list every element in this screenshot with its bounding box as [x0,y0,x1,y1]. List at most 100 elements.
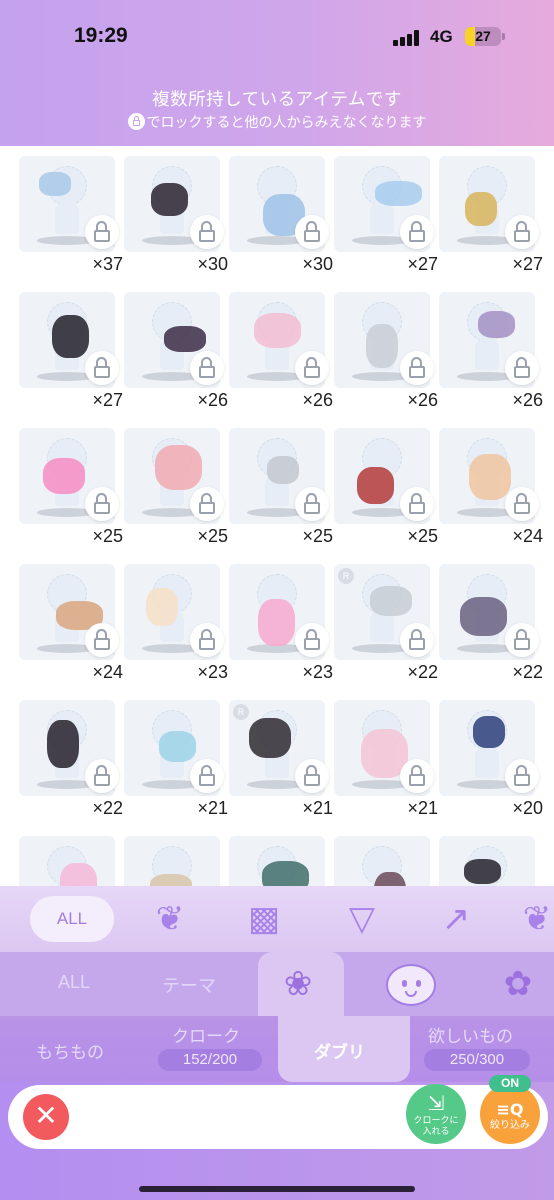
gift-boxes-icon [375,181,422,206]
item-cell[interactable]: ×26 [229,292,333,410]
item-cell[interactable]: ×27 [439,156,543,274]
sub-theme-button[interactable]: テーマ [162,972,216,998]
lock-icon[interactable] [295,759,329,793]
item-cell[interactable] [334,836,430,886]
item-cell[interactable] [19,836,115,886]
dress-icon[interactable]: ❦ [146,896,194,942]
tab-mochimono[interactable]: もちもの [36,1038,104,1063]
category-all-button[interactable]: ALL [30,896,114,942]
tab-bar: もちもの クローク 152/200 ダブリ 欲しいもの 250/300 [0,1016,554,1082]
dark-rose-wreath-icon [374,872,406,886]
item-count: ×25 [407,526,438,546]
navy-bow-shoes-icon [473,716,505,748]
lock-icon[interactable] [505,487,539,521]
item-cell[interactable]: ×21 [334,700,438,818]
item-cell[interactable]: ×25 [19,428,123,546]
lock-icon[interactable] [295,623,329,657]
item-cell[interactable]: ×24 [439,428,543,546]
item-cell[interactable]: ×30 [229,156,333,274]
item-cell[interactable]: ×20 [439,700,543,818]
pink-blue-dress-icon [254,313,301,348]
item-cell[interactable]: ×24 [19,564,123,682]
item-thumbnail[interactable] [334,836,430,886]
tab-daburi[interactable]: ダブリ [314,1038,365,1063]
lock-icon[interactable] [85,487,119,521]
tab-cloak[interactable]: クローク [172,1022,240,1047]
lock-icon[interactable] [400,487,434,521]
item-cell[interactable]: ×22 [439,564,543,682]
item-thumbnail[interactable] [229,836,325,886]
item-thumbnail[interactable] [439,836,535,886]
top-shirt-icon[interactable]: ▩ [240,896,288,942]
lock-icon[interactable] [190,351,224,385]
lock-icon[interactable] [400,351,434,385]
lock-icon[interactable] [295,351,329,385]
lock-icon[interactable] [85,759,119,793]
item-count: ×25 [197,526,228,546]
heel-shoe-icon[interactable]: ↗ [432,896,480,942]
peach-pearl-veil-icon [469,454,511,500]
red-heels-icon [357,467,394,504]
bottom-bar: ✕ ⇲ クロークに 入れる ≡Q 絞り込み ON [0,1075,554,1200]
lock-icon[interactable] [295,215,329,249]
item-cell[interactable]: ×27 [334,156,438,274]
item-cell[interactable]: ×21 [124,700,228,818]
lock-icon[interactable] [190,487,224,521]
item-cell[interactable] [124,836,220,886]
lock-icon[interactable] [190,623,224,657]
item-cell[interactable]: R ×21 [229,700,333,818]
lock-icon[interactable] [505,351,539,385]
lock-icon[interactable] [505,215,539,249]
item-cell[interactable] [439,836,535,886]
item-count: ×24 [512,526,543,546]
lock-icon[interactable] [190,759,224,793]
item-cell[interactable]: ×27 [19,292,123,410]
network-label: 4G [430,27,453,46]
pink-love-letter-icon [258,599,295,646]
item-cell[interactable]: ×37 [19,156,123,274]
sub-all-button[interactable]: ALL [58,972,90,993]
cloak-store-button[interactable]: ⇲ クロークに 入れる [406,1084,466,1144]
pastel-ribbon-scarf-icon [159,731,196,762]
pink-frill-socks-icon [60,863,97,886]
lock-icon[interactable] [400,623,434,657]
item-cell[interactable]: R ×22 [334,564,438,682]
close-icon[interactable]: ✕ [23,1094,69,1140]
lock-icon[interactable] [505,623,539,657]
item-count: ×22 [512,662,543,682]
item-count: ×26 [197,390,228,410]
lock-icon[interactable] [190,215,224,249]
lock-icon[interactable] [400,759,434,793]
skirt-icon[interactable]: ▽ [338,896,386,942]
lock-icon[interactable] [295,487,329,521]
tab-wishlist[interactable]: 欲しいもの [428,1022,513,1047]
lock-icon[interactable] [85,215,119,249]
item-cell[interactable]: ×25 [124,428,228,546]
lock-icon[interactable] [85,623,119,657]
hair-icon[interactable]: ❀ [272,960,324,1008]
item-cell[interactable]: ×26 [334,292,438,410]
item-cell[interactable]: ×22 [19,700,123,818]
item-cell[interactable]: ×30 [124,156,228,274]
lock-icon[interactable] [85,351,119,385]
more-category-icon[interactable]: ❦ [520,896,554,942]
item-thumbnail[interactable] [19,836,115,886]
face-icon[interactable] [386,964,436,1006]
item-cell[interactable]: ×25 [334,428,438,546]
item-grid: ×37 ×30 ×30 ×27 ×27 ×27 ×26 ×26 ×26 ×26 ×25 ×25 ×25 ×… [0,146,554,886]
item-cell[interactable]: ×23 [229,564,333,682]
item-cell[interactable]: ×26 [439,292,543,410]
lock-icon[interactable] [505,759,539,793]
filter-label: 絞り込み [490,1120,530,1131]
item-cell[interactable]: ×23 [124,564,228,682]
battery-icon: 27 [465,27,505,46]
plant-pot-icon[interactable]: ✿ [492,960,544,1008]
item-cell[interactable]: ×25 [229,428,333,546]
lock-icon[interactable] [400,215,434,249]
item-cell[interactable] [229,836,325,886]
item-thumbnail[interactable] [124,836,220,886]
black-lace-outfit-icon [164,326,206,352]
filter-button[interactable]: ≡Q 絞り込み [480,1084,540,1144]
item-cell[interactable]: ×26 [124,292,228,410]
black-feather-fan-icon [249,718,291,758]
